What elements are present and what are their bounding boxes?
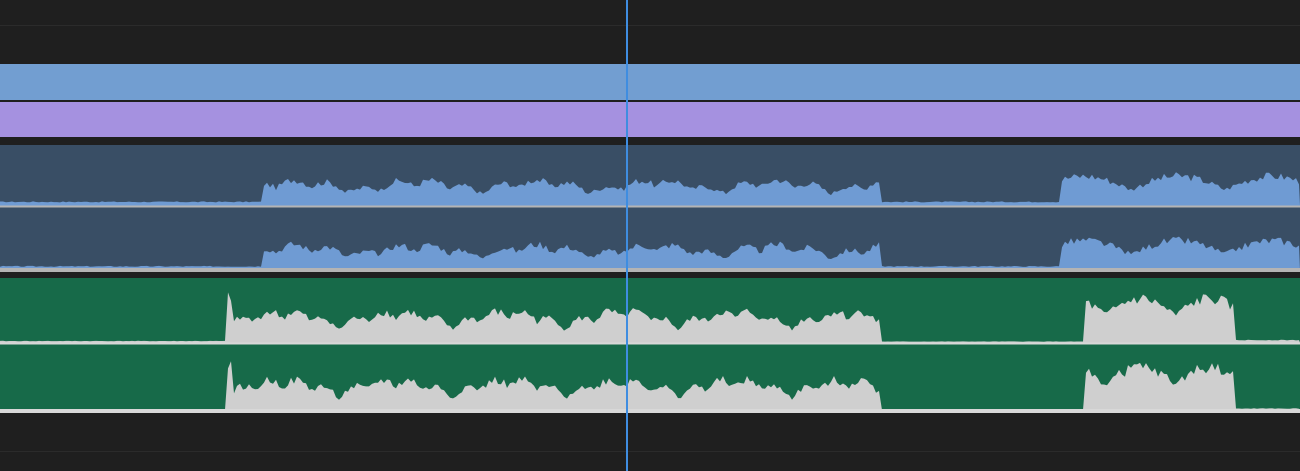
waveform-channel-1 <box>0 292 1300 343</box>
track-separator <box>0 25 1300 26</box>
audio-waveform-2 <box>0 292 1300 413</box>
clip-bottom-edge <box>0 268 1300 272</box>
playhead[interactable] <box>626 0 628 471</box>
waveform-channel-1 <box>0 172 1300 206</box>
timeline[interactable] <box>0 0 1300 471</box>
channel-divider <box>0 342 1300 345</box>
audio-clip-1[interactable] <box>0 145 1300 272</box>
track-separator <box>0 451 1300 452</box>
video-clip-blue[interactable] <box>0 64 1300 100</box>
waveform-channel-2 <box>0 236 1300 270</box>
clip-bottom-edge <box>0 409 1300 413</box>
audio-clip-2[interactable] <box>0 278 1300 413</box>
video-clip-purple[interactable] <box>0 102 1300 137</box>
channel-divider <box>0 205 1300 208</box>
waveform-channel-2 <box>0 361 1300 411</box>
audio-waveform-1 <box>0 172 1300 272</box>
